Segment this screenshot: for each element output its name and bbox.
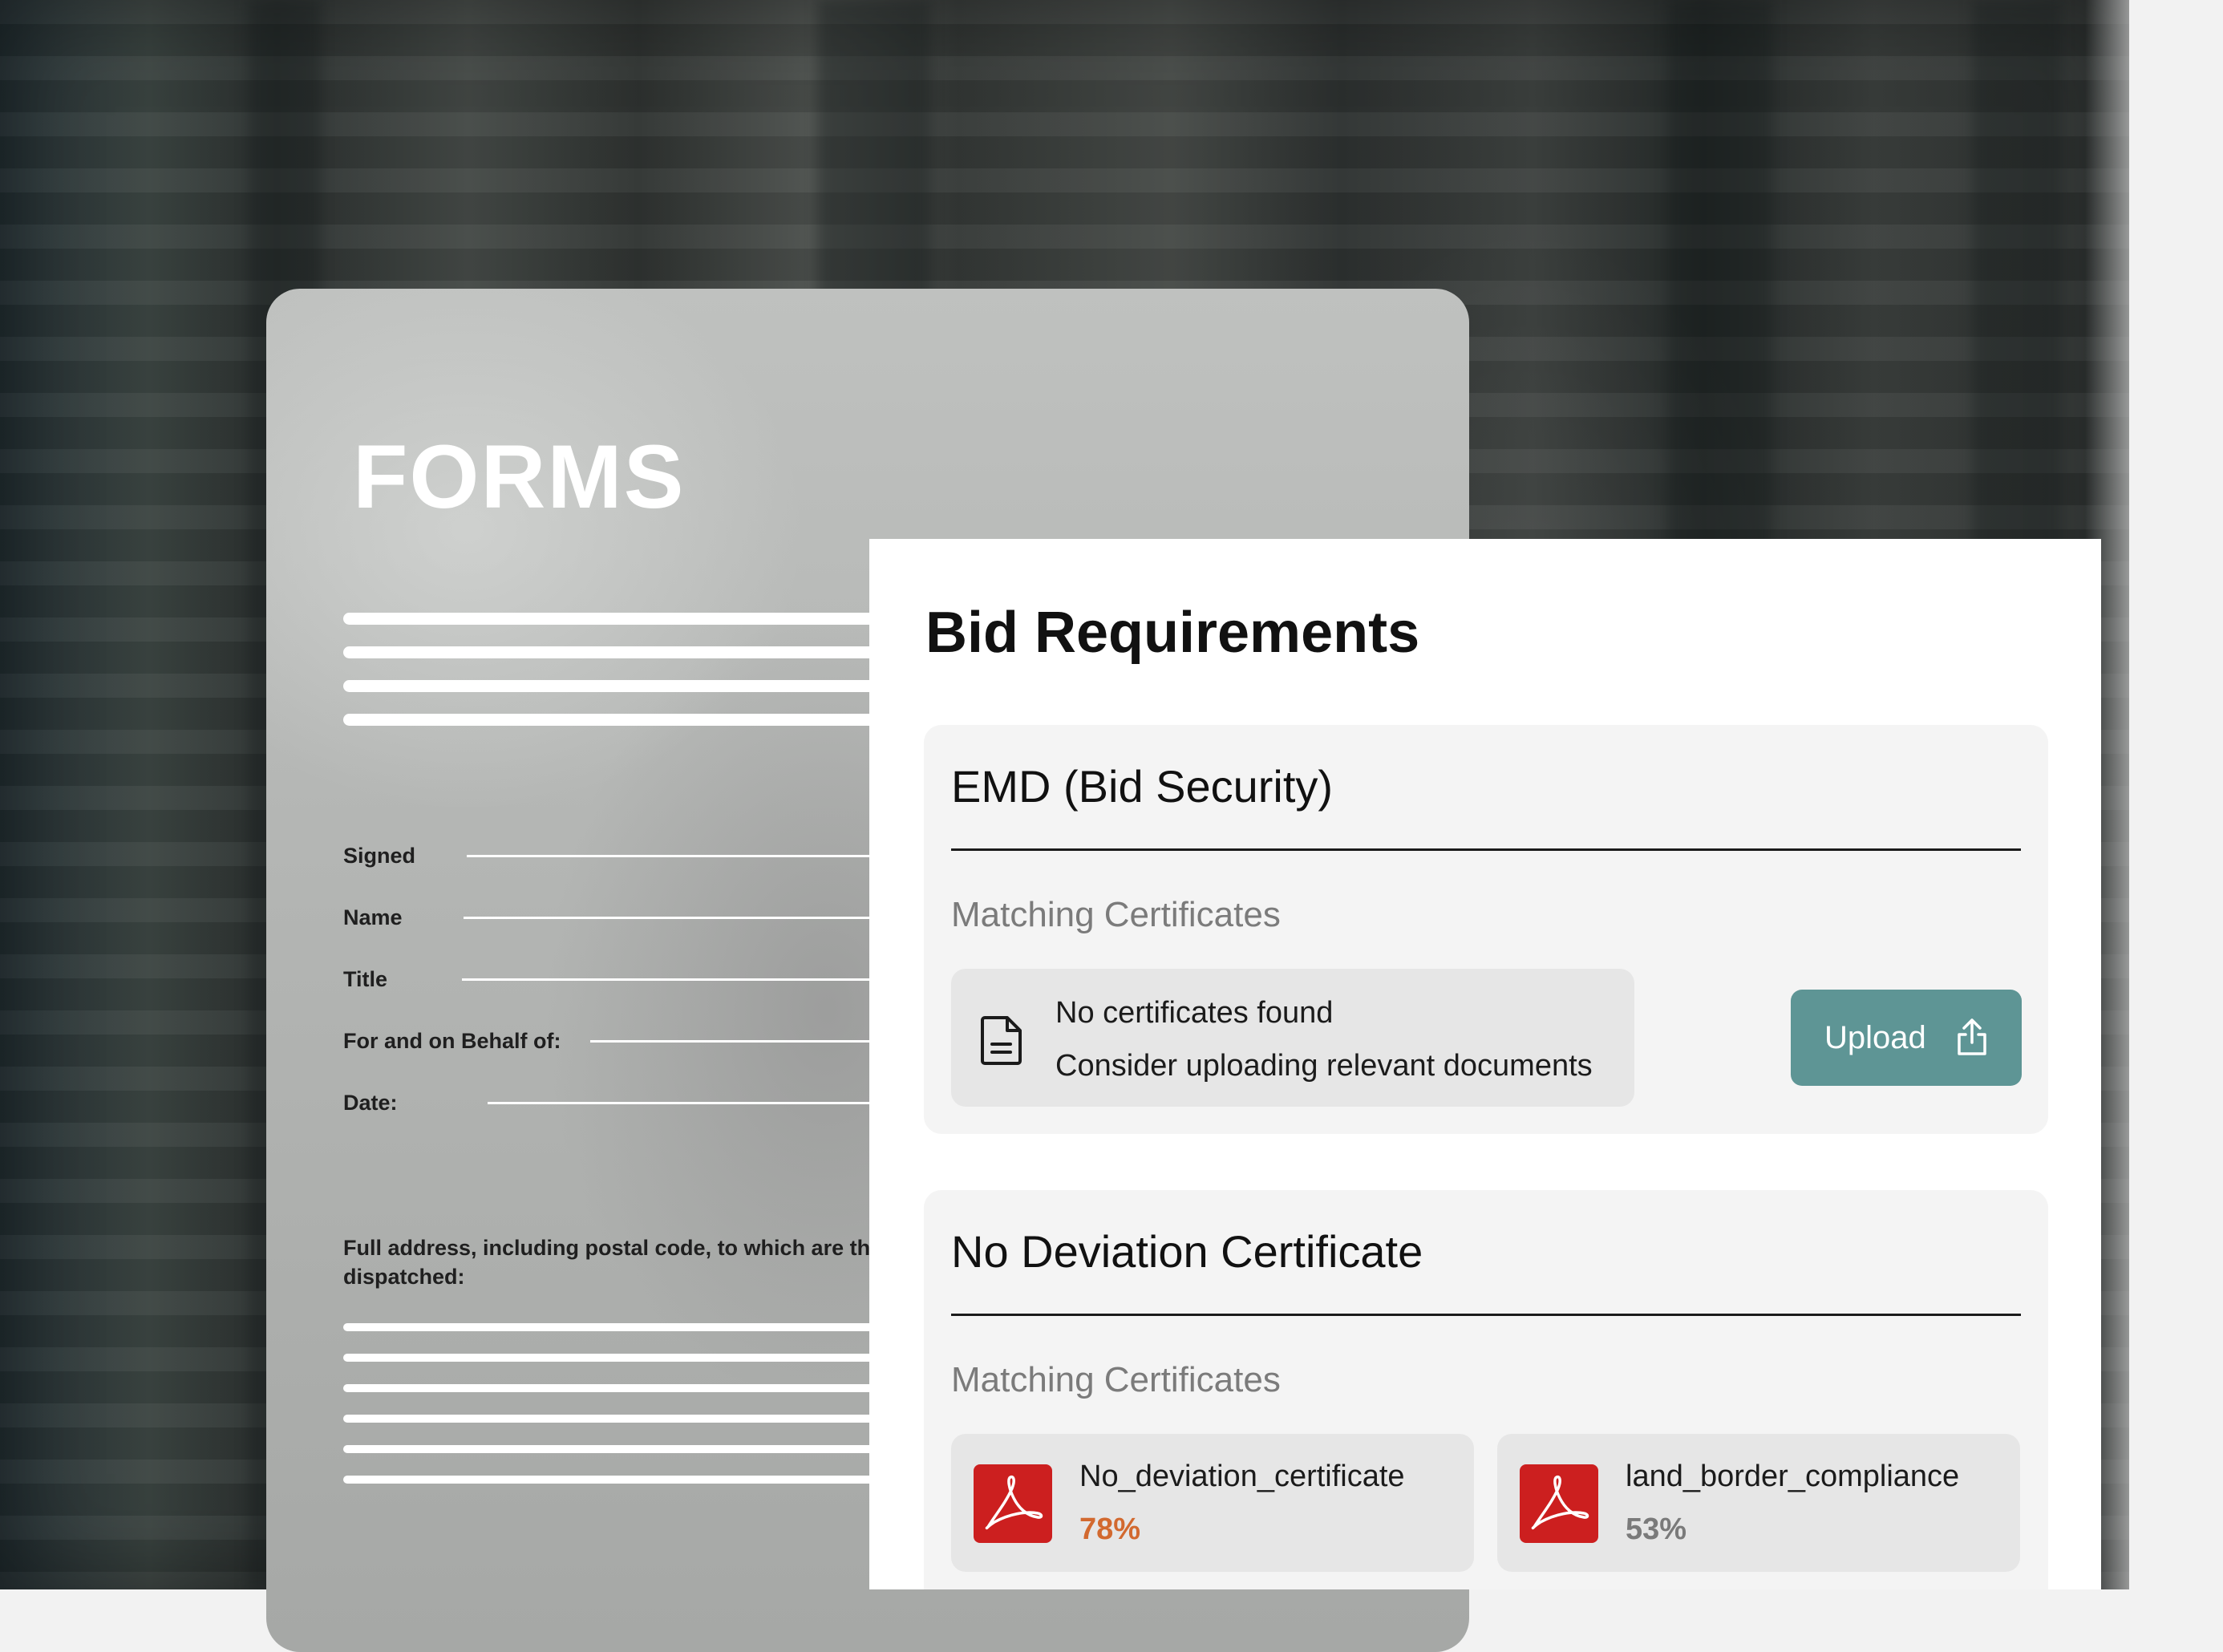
panel-title: Bid Requirements — [925, 601, 1420, 665]
certificate-file-item[interactable]: land_border_compliance 53% — [1497, 1434, 2020, 1572]
background-edge-fade — [2085, 0, 2197, 1589]
match-percentage: 78% — [1079, 1512, 1141, 1546]
pdf-icon — [1520, 1464, 1598, 1543]
matching-certificates-label: Matching Certificates — [951, 895, 1281, 934]
document-icon — [981, 1016, 1022, 1065]
forms-title: FORMS — [353, 427, 686, 527]
bid-requirements-panel: Bid Requirements EMD (Bid Security) Matc… — [869, 539, 2101, 1589]
empty-state-title: No certificates found — [1055, 996, 1334, 1030]
upload-button-label: Upload — [1824, 1020, 1926, 1055]
pdf-icon — [974, 1464, 1052, 1543]
match-percentage: 53% — [1626, 1512, 1687, 1546]
requirement-card-emd: EMD (Bid Security) Matching Certificates… — [924, 725, 2048, 1134]
file-name: No_deviation_certificate — [1079, 1460, 1405, 1493]
field-label-signed: Signed — [343, 844, 416, 868]
requirement-title: No Deviation Certificate — [951, 1226, 1423, 1277]
upload-button[interactable]: Upload — [1791, 990, 2022, 1086]
field-label-date: Date: — [343, 1091, 398, 1115]
field-label-behalf: For and on Behalf of: — [343, 1029, 561, 1053]
divider — [951, 1314, 2021, 1316]
divider — [951, 848, 2021, 851]
field-label-name: Name — [343, 905, 403, 929]
certificate-file-item[interactable]: No_deviation_certificate 78% — [951, 1434, 1474, 1572]
no-certificates-box: No certificates found Consider uploading… — [951, 969, 1634, 1107]
matching-certificates-label: Matching Certificates — [951, 1360, 1281, 1399]
empty-state-hint: Consider uploading relevant documents — [1055, 1049, 1593, 1083]
address-label: Full address, including postal code, to … — [343, 1236, 883, 1289]
requirement-title: EMD (Bid Security) — [951, 761, 1334, 812]
upload-share-icon — [1958, 1018, 1986, 1055]
file-name: land_border_compliance — [1626, 1460, 1960, 1493]
field-label-title: Title — [343, 967, 388, 991]
requirement-card-no-deviation: No Deviation Certificate Matching Certif… — [924, 1190, 2048, 1589]
